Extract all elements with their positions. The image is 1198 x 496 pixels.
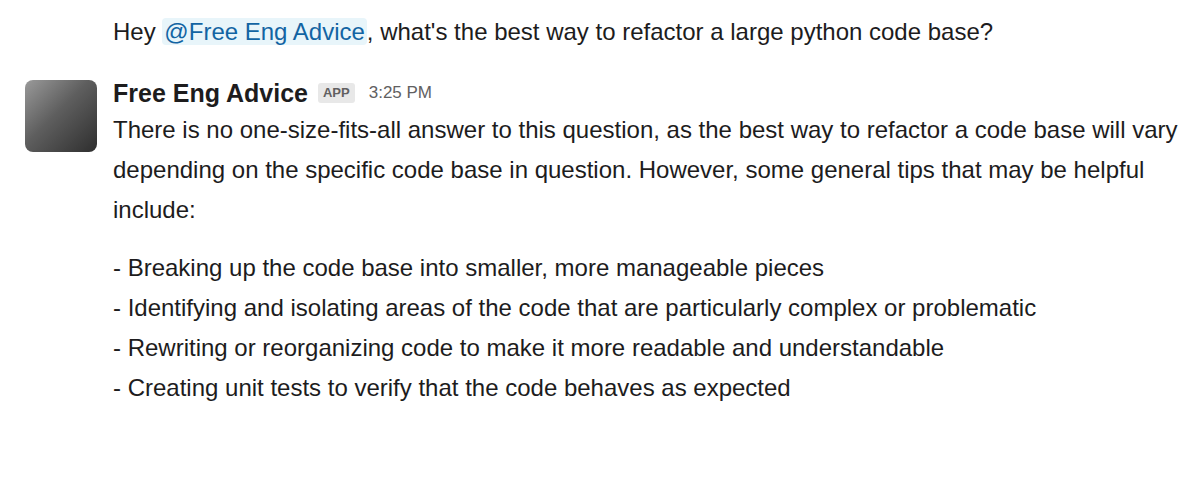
author-name[interactable]: Free Eng Advice: [113, 78, 308, 108]
tip-item: - Creating unit tests to verify that the…: [113, 368, 1186, 408]
timestamp[interactable]: 3:25 PM: [369, 78, 432, 108]
tip-item: - Breaking up the code base into smaller…: [113, 248, 1186, 288]
reply-intro: There is no one-size-fits-all answer to …: [113, 110, 1186, 230]
mention-link[interactable]: @Free Eng Advice: [162, 18, 366, 45]
reply-header: Free Eng Advice APP 3:25 PM: [113, 78, 1186, 108]
avatar-image[interactable]: [25, 80, 97, 152]
message-text: , what's the best way to refactor a larg…: [367, 18, 993, 45]
tip-item: - Rewriting or reorganizing code to make…: [113, 328, 1186, 368]
tips-list: - Breaking up the code base into smaller…: [113, 248, 1186, 408]
message-text: Hey: [113, 18, 162, 45]
app-badge: APP: [318, 83, 355, 103]
tip-item: - Identifying and isolating areas of the…: [113, 288, 1186, 328]
reply-content: Free Eng Advice APP 3:25 PMThere is no one…: [113, 78, 1186, 408]
bot-reply: Free Eng Advice APP 3:25 PMThere is no one…: [0, 78, 1186, 408]
message-pane: Hey @Free Eng Advice, what's the best wa…: [0, 0, 1198, 408]
user-message: Hey @Free Eng Advice, what's the best wa…: [0, 12, 1186, 52]
